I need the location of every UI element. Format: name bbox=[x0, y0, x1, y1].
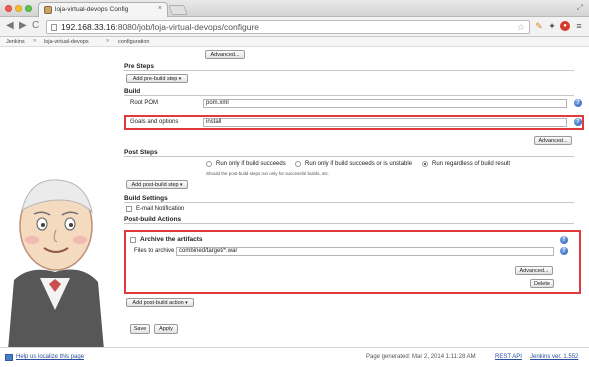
root-pom-label: Root POM bbox=[130, 100, 159, 106]
add-pre-build-step-button[interactable]: Add pre-build step bbox=[126, 74, 188, 83]
page-icon bbox=[51, 24, 57, 31]
goals-help-icon[interactable]: ? bbox=[574, 118, 582, 126]
new-tab-button[interactable] bbox=[168, 5, 188, 15]
page-generated-text: Page generated: Mar 2, 2014 1:11:28 AM bbox=[366, 354, 476, 360]
post-steps-divider bbox=[124, 156, 574, 157]
email-notification-checkbox[interactable] bbox=[126, 206, 132, 212]
files-to-archive-input[interactable]: combined/target/*.war bbox=[176, 247, 554, 256]
build-heading: Build bbox=[124, 88, 141, 95]
tab-close-icon[interactable]: × bbox=[158, 5, 162, 12]
bookmark-star-icon[interactable]: ☆ bbox=[517, 22, 525, 33]
breadcrumb-configuration[interactable]: configuration bbox=[118, 39, 150, 45]
configure-form: Advanced... Pre Steps Add pre-build step… bbox=[0, 47, 589, 347]
archive-artifacts-title: Archive the artifacts bbox=[140, 236, 203, 243]
browser-titlebar: loja-virtual-devops Config × ⤢ bbox=[0, 0, 589, 17]
files-to-archive-help-icon[interactable]: ? bbox=[560, 247, 568, 255]
jenkins-version-link[interactable]: Jenkins ver. 1.552 bbox=[530, 354, 578, 360]
breadcrumb-jenkins[interactable]: Jenkins bbox=[6, 39, 25, 45]
build-divider bbox=[124, 95, 574, 96]
localize-icon bbox=[5, 354, 13, 361]
post-steps-note: Should the post-build steps run only for… bbox=[206, 171, 330, 176]
archive-advanced-button[interactable]: Advanced... bbox=[515, 266, 553, 275]
post-steps-heading: Post Steps bbox=[124, 149, 158, 156]
menu-icon[interactable]: ≡ bbox=[574, 21, 584, 31]
breadcrumb-separator: » bbox=[33, 38, 37, 44]
build-settings-divider bbox=[124, 202, 574, 203]
address-bar[interactable]: 192.168.33.16:8080/job/loja-virtual-devo… bbox=[46, 20, 530, 34]
archive-artifacts-help-icon[interactable]: ? bbox=[560, 236, 568, 244]
pre-steps-heading: Pre Steps bbox=[124, 63, 154, 70]
radio-run-regardless-label: Run regardless of build result bbox=[432, 161, 511, 167]
fullscreen-icon[interactable]: ⤢ bbox=[577, 3, 583, 13]
url-text[interactable]: 192.168.33.16:8080/job/loja-virtual-devo… bbox=[61, 22, 259, 32]
jenkins-favicon-icon bbox=[44, 6, 52, 14]
close-window-button[interactable] bbox=[5, 5, 12, 12]
page-footer: Help us localize this page Page generate… bbox=[0, 347, 589, 367]
root-pom-input[interactable]: pom.xml bbox=[203, 99, 567, 108]
goals-options-label: Goals and options bbox=[130, 119, 179, 125]
breadcrumb-job[interactable]: loja-virtual-devops bbox=[44, 39, 89, 45]
radio-run-if-success[interactable] bbox=[206, 161, 212, 167]
goals-options-input[interactable]: install bbox=[203, 118, 567, 127]
build-advanced-button[interactable]: Advanced... bbox=[534, 136, 572, 145]
pre-steps-divider bbox=[124, 70, 574, 71]
record-icon[interactable]: ● bbox=[560, 21, 570, 31]
tab-title: loja-virtual-devops Config bbox=[55, 6, 129, 13]
zoom-window-button[interactable] bbox=[25, 5, 32, 12]
build-settings-heading: Build Settings bbox=[124, 195, 168, 202]
radio-run-if-unstable[interactable] bbox=[295, 161, 301, 167]
save-button[interactable]: Save bbox=[130, 324, 150, 334]
localize-link[interactable]: Help us localize this page bbox=[16, 354, 84, 360]
browser-tab[interactable]: loja-virtual-devops Config × bbox=[38, 2, 168, 17]
minimize-window-button[interactable] bbox=[15, 5, 22, 12]
archive-artifacts-checkbox[interactable] bbox=[130, 237, 136, 243]
post-build-actions-heading: Post-build Actions bbox=[124, 216, 182, 223]
reload-icon[interactable]: C bbox=[32, 21, 39, 31]
radio-run-if-success-label: Run only if build succeeds bbox=[216, 161, 286, 167]
delete-button[interactable]: Delete bbox=[530, 279, 554, 288]
breadcrumb-separator: » bbox=[106, 38, 110, 44]
radio-run-regardless[interactable] bbox=[422, 161, 428, 167]
breadcrumb: Jenkins » loja-virtual-devops » configur… bbox=[0, 37, 589, 47]
add-post-build-step-button[interactable]: Add post-build step bbox=[126, 180, 188, 189]
radio-run-if-unstable-label: Run only if build succeeds or is unstabl… bbox=[305, 161, 413, 167]
wrench-icon[interactable]: ✦ bbox=[547, 21, 557, 31]
add-post-build-action-button[interactable]: Add post-build action bbox=[126, 298, 194, 307]
apply-button[interactable]: Apply bbox=[154, 324, 178, 334]
root-pom-help-icon[interactable]: ? bbox=[574, 99, 582, 107]
files-to-archive-label: Files to archive bbox=[134, 248, 175, 254]
email-notification-label: E-mail Notification bbox=[136, 206, 185, 212]
key-icon[interactable]: ✎ bbox=[534, 21, 544, 31]
top-advanced-button[interactable]: Advanced... bbox=[205, 50, 245, 59]
back-arrow-icon[interactable]: ◀ bbox=[6, 21, 14, 31]
browser-toolbar: ◀ ▶ C 192.168.33.16:8080/job/loja-virtua… bbox=[0, 17, 589, 37]
post-build-actions-divider bbox=[124, 223, 574, 224]
rest-api-link[interactable]: REST API bbox=[495, 354, 522, 360]
forward-arrow-icon[interactable]: ▶ bbox=[19, 21, 27, 31]
